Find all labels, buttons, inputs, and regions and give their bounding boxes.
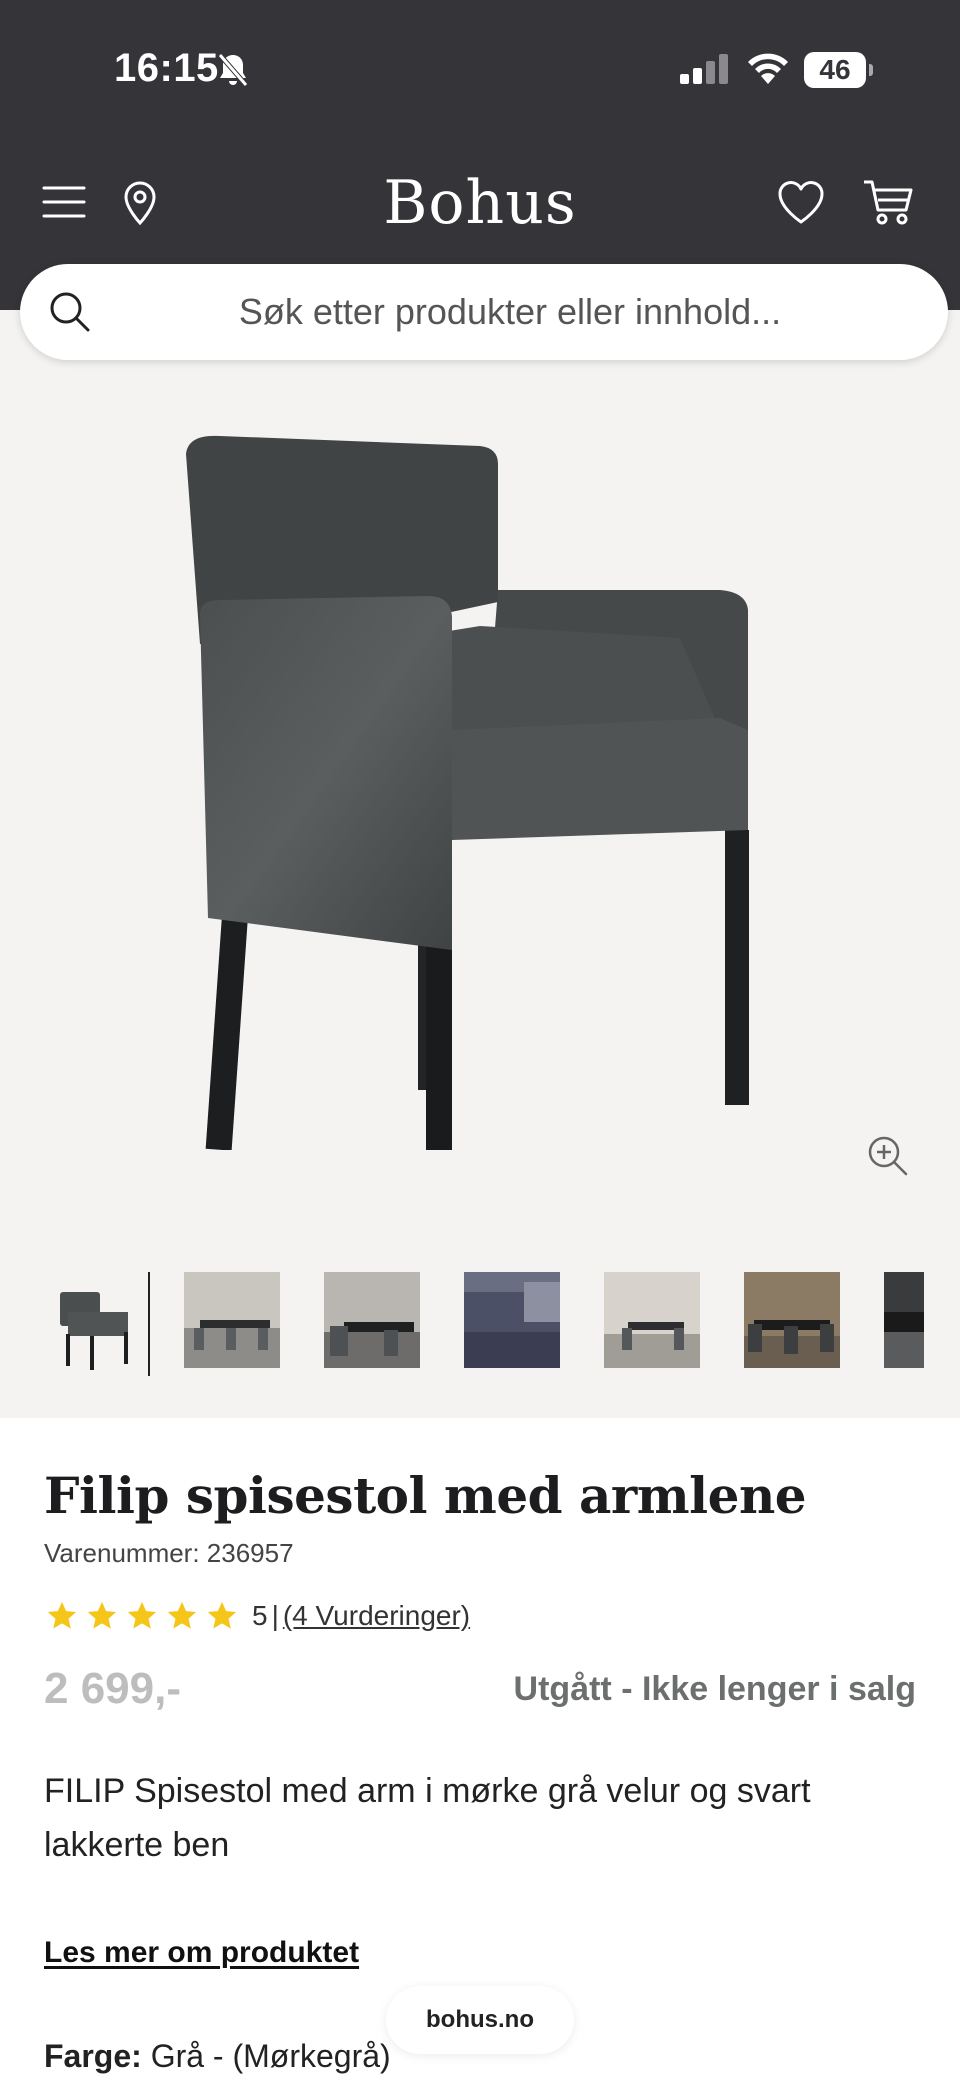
product-title: Filip spisestol med armlene xyxy=(44,1466,807,1525)
rating-separator: | xyxy=(271,1600,279,1631)
color-value: Grå - (Mørkegrå) xyxy=(150,2038,391,2074)
star-icon xyxy=(167,1601,197,1629)
star-icon xyxy=(87,1601,117,1629)
thumbnail-2[interactable] xyxy=(184,1272,288,1376)
search-icon[interactable] xyxy=(46,288,94,341)
status-time: 16:15 xyxy=(114,46,219,90)
color-info: Farge: Grå - (Mørkegrå) xyxy=(44,2038,391,2075)
star-icon xyxy=(47,1601,77,1629)
zoom-in-icon[interactable] xyxy=(866,1134,910,1183)
availability-status: Utgått - Ikke lenger i salg xyxy=(513,1670,916,1708)
thumbnail-4[interactable] xyxy=(464,1272,568,1376)
thumbnail-3[interactable] xyxy=(324,1272,428,1376)
product-main-image[interactable] xyxy=(180,430,780,1162)
thumbnail-strip xyxy=(44,1272,924,1376)
star-icon xyxy=(207,1601,237,1629)
star-icon xyxy=(127,1601,157,1629)
read-more-link[interactable]: Les mer om produktet xyxy=(44,1936,359,1970)
thumbnail-5[interactable] xyxy=(604,1272,708,1376)
thumbnail-1[interactable] xyxy=(44,1272,150,1376)
heart-icon[interactable] xyxy=(776,178,826,226)
product-price: 2 699,- xyxy=(44,1664,181,1713)
search-bar xyxy=(20,264,948,360)
search-input[interactable] xyxy=(130,264,890,360)
wifi-icon xyxy=(746,50,790,89)
product-gallery xyxy=(0,310,960,1418)
thumbnail-7[interactable] xyxy=(884,1272,924,1376)
product-sku: Varenummer: 236957 xyxy=(44,1538,294,1568)
color-label: Farge: xyxy=(44,2038,142,2074)
cellular-signal-icon xyxy=(680,54,730,89)
product-rating: 5 | (4 Vurderinger) xyxy=(44,1596,470,1636)
site-url-pill[interactable]: bohus.no xyxy=(386,1986,574,2054)
battery-icon: 46 xyxy=(804,52,873,88)
cart-icon[interactable] xyxy=(862,178,914,226)
reviews-link[interactable]: (4 Vurderinger) xyxy=(283,1600,470,1632)
bell-muted-icon xyxy=(216,52,250,93)
product-description: FILIP Spisestol med arm i mørke grå velu… xyxy=(44,1772,811,1864)
rating-value: 5 xyxy=(252,1600,268,1631)
thumbnail-6[interactable] xyxy=(744,1272,848,1376)
status-bar: 16:15 46 xyxy=(0,0,960,140)
